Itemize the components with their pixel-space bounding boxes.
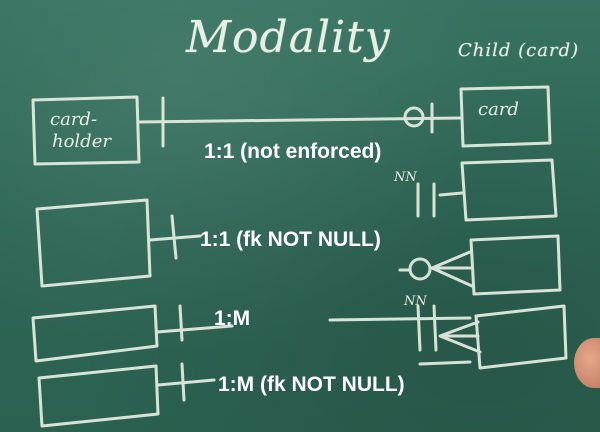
nn-mark-row4: NN — [404, 294, 427, 309]
nn-mark-row2: NN — [394, 170, 417, 185]
caption-one-to-many-fk-not-null: 1:M (fk NOT NULL) — [218, 373, 405, 396]
parent-box-5 — [37, 364, 160, 428]
relationship-line-2 — [438, 191, 464, 197]
child-entity-label: Child (card) — [458, 40, 580, 61]
relationship-line-1 — [137, 116, 462, 124]
one-tick-parent-4 — [178, 304, 184, 342]
nn-tick-a-4 — [416, 304, 422, 352]
one-tick-parent-5 — [180, 362, 186, 402]
caption-one-to-many: 1:M — [214, 307, 251, 330]
one-tick-parent-3 — [170, 214, 178, 260]
cardholder-label-line2: holder — [52, 131, 111, 152]
zero-circle-3 — [408, 257, 432, 281]
child-box-3 — [469, 234, 562, 296]
crows-foot-4 — [438, 320, 482, 354]
card-box-label: card — [478, 99, 519, 120]
cardholder-label-line1: card- — [50, 109, 98, 130]
parent-box-3 — [35, 198, 152, 288]
caption-one-to-one-not-enforced: 1:1 (not enforced) — [204, 140, 382, 163]
chalk-diagram — [31, 85, 568, 428]
caption-one-to-one-fk-not-null: 1:1 (fk NOT NULL) — [200, 228, 381, 251]
board-title: Modality — [186, 12, 391, 63]
nn-tick-b-4 — [432, 304, 438, 352]
child-box-2 — [460, 158, 558, 222]
relationship-line-4 — [155, 316, 472, 334]
parent-box-4 — [31, 304, 159, 363]
crows-foot-3 — [430, 250, 474, 288]
child-box-4 — [474, 304, 568, 370]
